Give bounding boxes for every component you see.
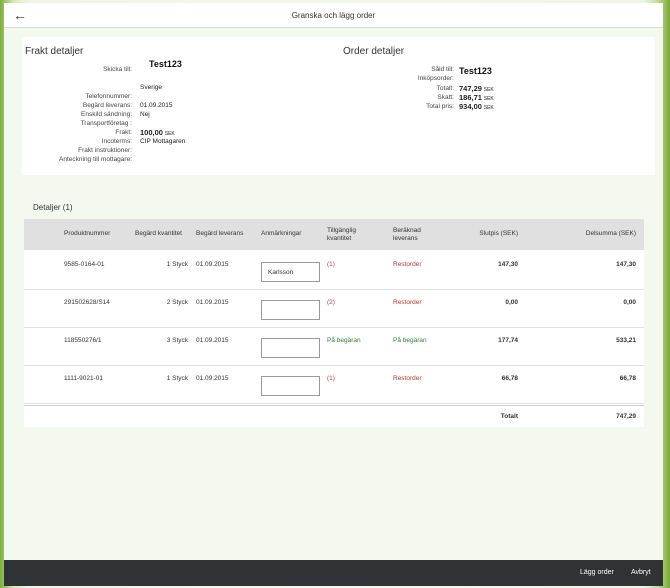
row-price: 66,78	[501, 375, 518, 382]
col-available-qty: Tillgänglig kvantitet	[327, 227, 357, 242]
freight-instructions-label: Frakt instruktioner:	[78, 147, 132, 154]
carrier-label: Transportföretag :	[80, 120, 132, 127]
freight-label: Frakt:	[115, 129, 132, 136]
details-table: Produktnummer Begärd kvantitet Begärd le…	[24, 219, 644, 427]
row-delivery: 01.09.2015	[196, 261, 229, 268]
table-row: 1111-9021-01 1 Styck 01.09.2015 (1) Rest…	[24, 366, 644, 404]
top-bar: ← Granska och lägg order	[4, 3, 663, 28]
row-estimated: Restorder	[393, 375, 422, 382]
place-order-button[interactable]: Lägg order	[580, 569, 614, 576]
incoterms-label: Incoterms:	[101, 138, 132, 145]
table-total-row: Totalt 747,29	[24, 405, 644, 427]
purchase-order-label: Inköpsorder:	[417, 75, 454, 82]
app-frame: ← Granska och lägg order Frakt detaljer …	[4, 3, 663, 586]
row-estimated: Restorder	[393, 261, 422, 268]
row-available: (1)	[327, 261, 335, 268]
tax-value: 186,71 SEK	[459, 93, 494, 102]
sold-to-value: Test123	[459, 66, 492, 76]
row-qty: 1 Styck	[166, 375, 188, 382]
table-row: 291502628/S14 2 Styck 01.09.2015 (2) Res…	[24, 290, 644, 328]
total-price-label: Total pris:	[426, 103, 454, 110]
table-row: 118550276/1 3 Styck 01.09.2015 På begära…	[24, 328, 644, 366]
ship-to-value: Test123	[149, 59, 182, 69]
total-row-label: Totalt	[500, 413, 518, 420]
row-estimated: Restorder	[393, 299, 422, 306]
row-subtotal: 0,00	[623, 299, 636, 306]
order-title: Order detaljer	[343, 46, 405, 57]
footer-bar: Lägg order Avbryt	[4, 560, 663, 586]
shipping-title: Frakt detaljer	[25, 46, 84, 57]
row-subtotal: 66,78	[619, 375, 636, 382]
col-requested-qty: Begärd kvantitet	[135, 230, 182, 237]
page-title: Granska och lägg order	[291, 11, 376, 20]
ship-country: Sverige	[140, 84, 163, 91]
summary-card: Frakt detaljer Skicka till: Test123 Sver…	[22, 37, 655, 175]
tax-label: Skatt:	[437, 94, 454, 101]
requested-delivery-label: Begärd leverans:	[82, 102, 132, 109]
col-final-price: Slutpis (SEK)	[479, 230, 518, 237]
row-qty: 2 Styck	[166, 299, 188, 306]
row-product: 9585-0164-01	[64, 261, 105, 268]
recipient-note-label: Anteckning till mottagare:	[59, 156, 132, 163]
total-price-value: 934,00 SEK	[459, 102, 494, 111]
total-value: 747,29 SEK	[459, 84, 494, 93]
row-subtotal: 533,21	[616, 337, 636, 344]
row-estimated: På begäran	[393, 337, 427, 344]
ship-to-label: Skicka till:	[103, 66, 132, 73]
row-delivery: 01.09.2015	[196, 375, 229, 382]
sold-to-label: Såld till:	[431, 66, 454, 73]
incoterms-value: CIP Mottagaren	[140, 138, 186, 145]
freight-value: 100,00 SEK	[140, 128, 175, 137]
details-heading: Detaljer (1)	[33, 203, 73, 212]
row-price: 0,00	[505, 299, 518, 306]
row-price: 177,74	[498, 337, 518, 344]
table-header: Produktnummer Begärd kvantitet Begärd le…	[24, 219, 644, 250]
row-available: På begäran	[327, 337, 361, 344]
row-price: 147,30	[498, 261, 518, 268]
remark-input[interactable]	[261, 300, 320, 320]
row-delivery: 01.09.2015	[196, 299, 229, 306]
row-available: (2)	[327, 299, 335, 306]
row-delivery: 01.09.2015	[196, 337, 229, 344]
single-shipment-value: Nej	[140, 111, 150, 118]
col-subtotal: Delsumma (SEK)	[585, 230, 636, 237]
table-row: 9585-0164-01 1 Styck 01.09.2015 (1) Rest…	[24, 252, 644, 290]
row-available: (1)	[327, 375, 335, 382]
row-product: 118550276/1	[64, 337, 102, 344]
remark-input[interactable]	[261, 338, 320, 358]
total-label: Totalt:	[436, 85, 454, 92]
row-product: 1111-9021-01	[64, 375, 104, 382]
phone-label: Telefonnummer:	[85, 93, 132, 100]
row-qty: 1 Styck	[166, 261, 188, 268]
row-subtotal: 147,30	[616, 261, 636, 268]
total-row-value: 747,29	[616, 413, 636, 420]
col-requested-delivery: Begärd leverans	[196, 230, 244, 237]
row-qty: 3 Styck	[166, 337, 188, 344]
row-product: 291502628/S14	[64, 299, 110, 306]
remark-input[interactable]	[261, 262, 320, 282]
requested-delivery-value: 01.09.2015	[140, 102, 173, 109]
remark-input[interactable]	[261, 376, 320, 396]
single-shipment-label: Enskild sändning:	[81, 111, 132, 118]
col-product: Produktnummer	[64, 230, 111, 237]
col-estimated-delivery: Beräknad leverans	[393, 227, 421, 242]
col-remarks: Anmärkningar	[261, 230, 302, 237]
cancel-button[interactable]: Avbryt	[631, 569, 651, 576]
